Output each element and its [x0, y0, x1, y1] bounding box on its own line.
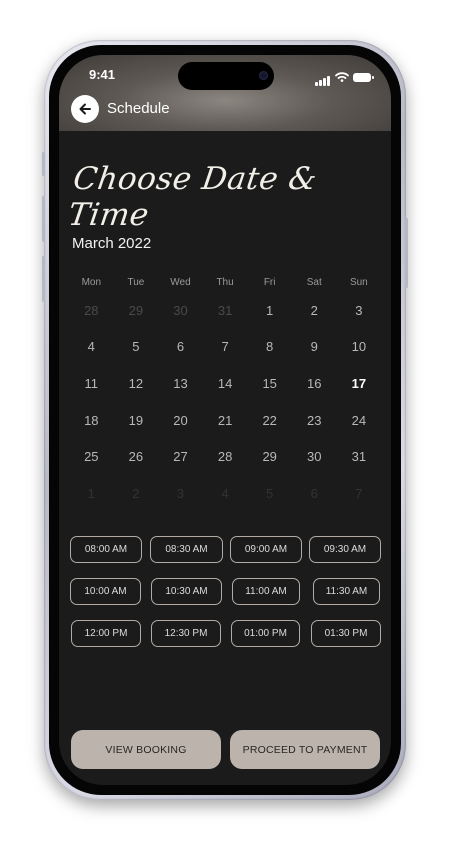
time-slot-1030[interactable]: 10:30 AM: [151, 578, 222, 605]
time-slot-1130[interactable]: 11:30 AM: [313, 578, 380, 605]
calendar-week-row: 18 19 20 21 22 23 24: [69, 402, 381, 439]
calendar-day: 4: [221, 485, 229, 501]
calendar-day[interactable]: 14: [203, 376, 248, 391]
calendar-day[interactable]: 7: [203, 339, 248, 354]
weekday-label: Sun: [349, 276, 368, 288]
status-time: 9:41: [89, 67, 116, 82]
view-booking-button[interactable]: VIEW BOOKING: [71, 730, 221, 769]
cellular-signal-icon: [315, 68, 331, 86]
calendar-week-row: 4 5 6 7 8 9 10: [69, 329, 381, 366]
volume-up-button: [42, 196, 45, 242]
weekday-header: Mon Tue Wed Thu Fri Sat Sun: [69, 272, 381, 292]
weekday-label: Thu: [216, 276, 234, 288]
time-slot-0100[interactable]: 01:00 PM: [231, 620, 300, 647]
calendar-day[interactable]: 25: [69, 449, 114, 464]
weekday-label: Mon: [81, 276, 102, 288]
calendar-day: 28: [84, 302, 99, 318]
calendar-day[interactable]: 4: [69, 339, 114, 354]
page-title: Choose Date & Time: [65, 161, 320, 233]
calendar-day[interactable]: 30: [292, 449, 337, 464]
calendar-day: 7: [355, 485, 363, 501]
volume-down-button: [42, 256, 45, 302]
calendar-day[interactable]: 16: [292, 376, 337, 391]
calendar-day[interactable]: 2: [292, 303, 337, 318]
time-slot-1230[interactable]: 12:30 PM: [151, 620, 221, 647]
app-screen: 9:41 Schedule Choose Date & Time March 2…: [59, 55, 391, 785]
calendar-week-row: 11 12 13 14 15 16 17: [69, 365, 381, 402]
calendar-grid: Mon Tue Wed Thu Fri Sat Sun 28 29 30 31 1 2 3 4…: [69, 272, 381, 512]
calendar-day[interactable]: 28: [203, 449, 248, 464]
calendar-day[interactable]: 10: [337, 339, 382, 354]
time-slot-0900[interactable]: 09:00 AM: [230, 536, 302, 563]
calendar-day[interactable]: 11: [69, 376, 114, 391]
header-title: Schedule: [107, 100, 170, 117]
back-button[interactable]: [71, 95, 99, 123]
arrow-left-icon: [79, 103, 91, 115]
calendar-day[interactable]: 29: [247, 449, 292, 464]
calendar-day[interactable]: 24: [337, 413, 382, 428]
calendar-day: 1: [87, 485, 95, 501]
camera-icon: [259, 71, 268, 80]
time-slot-0130[interactable]: 01:30 PM: [311, 620, 381, 647]
battery-icon: [353, 72, 374, 82]
calendar-day[interactable]: 13: [158, 376, 203, 391]
calendar-day[interactable]: 15: [247, 376, 292, 391]
time-slot-1200[interactable]: 12:00 PM: [71, 620, 141, 647]
calendar-day-selected[interactable]: 17: [337, 376, 382, 391]
calendar-day[interactable]: 27: [158, 449, 203, 464]
time-slot-0930[interactable]: 09:30 AM: [309, 536, 381, 563]
calendar-day[interactable]: 3: [337, 303, 382, 318]
calendar-day[interactable]: 8: [247, 339, 292, 354]
calendar-day[interactable]: 12: [114, 376, 159, 391]
time-slot-1100[interactable]: 11:00 AM: [232, 578, 300, 605]
status-icons: [315, 68, 374, 86]
calendar-week-row: 25 26 27 28 29 30 31: [69, 438, 381, 475]
calendar-day[interactable]: 1: [247, 303, 292, 318]
calendar-day[interactable]: 21: [203, 413, 248, 428]
weekday-label: Fri: [263, 276, 276, 288]
wifi-icon: [335, 72, 349, 82]
time-slot-1000[interactable]: 10:00 AM: [70, 578, 141, 605]
calendar-day[interactable]: 20: [158, 413, 203, 428]
power-button: [405, 218, 408, 288]
calendar-day: 2: [132, 485, 140, 501]
calendar-day: 29: [128, 302, 144, 318]
header-bar: 9:41 Schedule: [59, 55, 391, 131]
weekday-label: Sat: [306, 276, 322, 288]
proceed-to-payment-button[interactable]: PROCEED TO PAYMENT: [230, 730, 380, 769]
calendar-day: 6: [310, 485, 318, 501]
calendar-day[interactable]: 5: [114, 339, 159, 354]
calendar-week-row: 28 29 30 31 1 2 3: [69, 292, 381, 329]
calendar-weeks: 28 29 30 31 1 2 3 4 5 6 7 8 9 10 11 12 13 14 15 16 17 18 19 20 2…: [69, 292, 381, 512]
weekday-label: Tue: [127, 276, 145, 288]
calendar-day: 30: [173, 302, 188, 318]
calendar-day: 31: [217, 302, 233, 318]
weekday-label: Wed: [170, 276, 191, 288]
calendar-month: March 2022: [72, 235, 152, 252]
calendar-week-row: 1 2 3 4 5 6 7: [69, 475, 381, 512]
time-slot-0830[interactable]: 08:30 AM: [150, 536, 223, 563]
time-slot-0800[interactable]: 08:00 AM: [70, 536, 142, 563]
calendar-day[interactable]: 18: [69, 413, 114, 428]
calendar-day[interactable]: 19: [114, 413, 159, 428]
calendar-day[interactable]: 6: [158, 339, 203, 354]
calendar-day: 3: [176, 485, 185, 501]
calendar-day[interactable]: 9: [292, 339, 337, 354]
calendar-day: 5: [266, 485, 274, 501]
calendar-day[interactable]: 22: [247, 413, 292, 428]
calendar-day[interactable]: 23: [292, 413, 337, 428]
calendar-day[interactable]: 26: [114, 449, 159, 464]
calendar-day[interactable]: 31: [337, 449, 382, 464]
action-button: [42, 152, 45, 176]
